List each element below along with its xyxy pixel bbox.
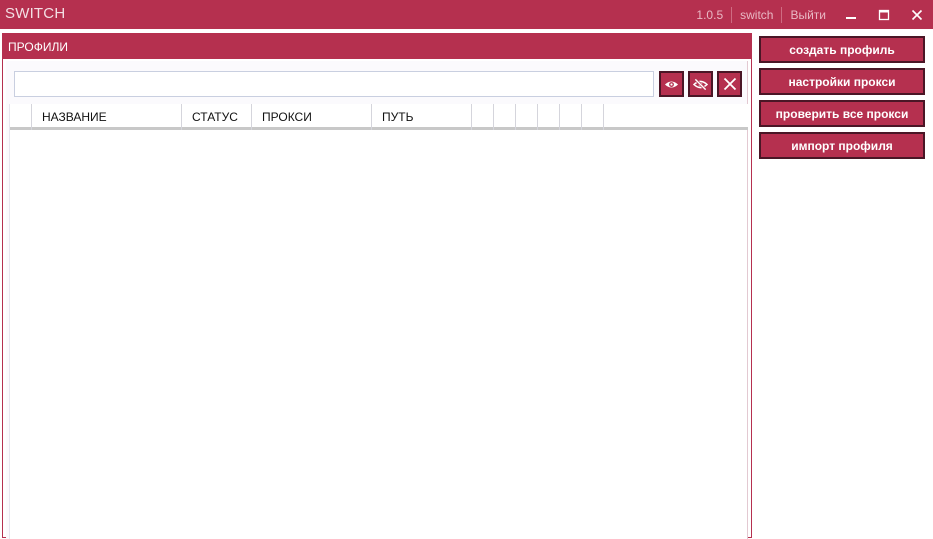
check-all-proxies-button[interactable]: проверить все прокси [759, 100, 925, 127]
column-header-extra[interactable] [516, 104, 538, 130]
maximize-icon [878, 9, 889, 20]
search-input[interactable] [14, 71, 654, 97]
column-header-proxy[interactable]: ПРОКСИ [252, 104, 372, 130]
minimize-icon [845, 16, 856, 19]
table-header: НАЗВАНИЕ СТАТУС ПРОКСИ ПУТЬ [10, 104, 748, 130]
column-header-name[interactable]: НАЗВАНИЕ [32, 104, 182, 130]
close-icon [723, 77, 736, 91]
column-header-extra[interactable] [604, 104, 748, 130]
column-header-extra[interactable] [538, 104, 560, 130]
close-icon [911, 9, 922, 20]
version-label: 1.0.5 [696, 7, 724, 22]
profiles-table: НАЗВАНИЕ СТАТУС ПРОКСИ ПУТЬ [9, 104, 748, 539]
clear-button[interactable] [717, 71, 742, 97]
profiles-panel: ПРОФИЛИ НАЗВАНИЕ СТАТУС ПРОКСИ ПУТЬ [2, 33, 752, 539]
show-button[interactable] [659, 71, 684, 97]
title-bar-controls: 1.0.5 switch Выйти [688, 0, 933, 29]
panel-header: ПРОФИЛИ [3, 34, 751, 59]
import-profile-button[interactable]: импорт профиля [759, 132, 925, 159]
eye-icon [664, 80, 679, 88]
maximize-button[interactable] [867, 0, 900, 29]
username-label: switch [740, 7, 774, 22]
column-header-path[interactable]: ПУТЬ [372, 104, 472, 130]
column-header-extra[interactable] [472, 104, 494, 130]
column-header-status[interactable]: СТАТУС [182, 104, 252, 130]
minimize-button[interactable] [834, 0, 867, 29]
column-header-extra[interactable] [494, 104, 516, 130]
eye-off-icon [693, 77, 708, 91]
logout-link[interactable]: Выйти [782, 8, 834, 22]
proxy-settings-button[interactable]: настройки прокси [759, 68, 925, 95]
panel-content: НАЗВАНИЕ СТАТУС ПРОКСИ ПУТЬ [6, 61, 748, 539]
app-title: SWITCH [5, 5, 66, 22]
panel-title: ПРОФИЛИ [8, 40, 68, 54]
column-header-select[interactable] [10, 104, 32, 130]
hide-button[interactable] [688, 71, 713, 97]
column-header-extra[interactable] [560, 104, 582, 130]
create-profile-button[interactable]: создать профиль [759, 36, 925, 63]
title-bar: SWITCH 1.0.5 switch Выйти [0, 0, 933, 29]
close-window-button[interactable] [900, 0, 933, 29]
column-header-extra[interactable] [582, 104, 604, 130]
